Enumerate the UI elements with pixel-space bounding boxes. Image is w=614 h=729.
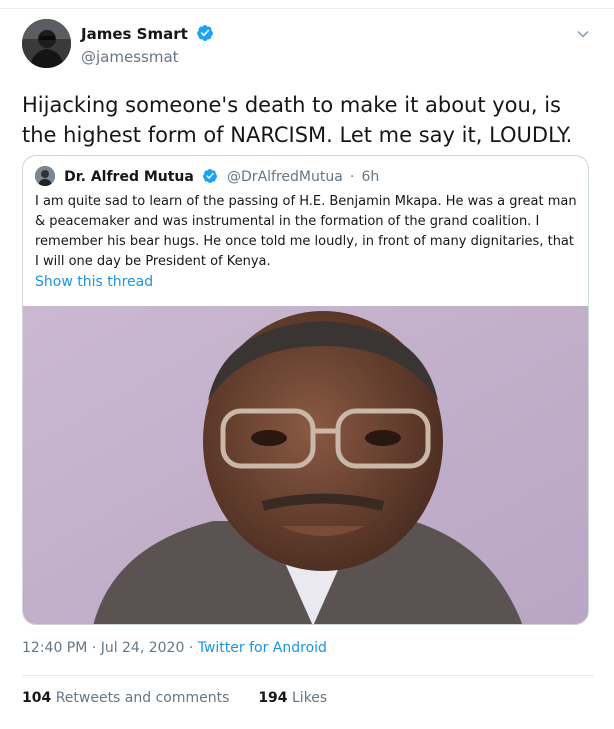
likes-count: 194 xyxy=(258,690,288,706)
author-name[interactable]: James Smart xyxy=(81,25,188,43)
tweet-stats: 104 Retweets and comments 194 Likes xyxy=(22,690,327,706)
tweet-text: Hijacking someone's death to make it abo… xyxy=(22,93,573,147)
author-block: James Smart @jamessmat xyxy=(81,24,214,66)
likes-stat[interactable]: 194 Likes xyxy=(258,690,327,706)
quoted-text: I am quite sad to learn of the passing o… xyxy=(35,194,577,269)
quoted-time[interactable]: 6h xyxy=(361,169,379,185)
tweet-meta: 12:40 PM · Jul 24, 2020 · Twitter for An… xyxy=(22,640,327,656)
chevron-down-icon[interactable] xyxy=(576,26,590,45)
stats-divider xyxy=(22,675,594,676)
quoted-photo[interactable] xyxy=(23,306,588,624)
tweet-header: James Smart @jamessmat xyxy=(22,18,594,76)
quoted-author-name[interactable]: Dr. Alfred Mutua xyxy=(64,169,194,185)
quoted-tweet[interactable]: Dr. Alfred Mutua @DrAlfredMutua · 6h I a… xyxy=(22,155,589,625)
author-handle[interactable]: @jamessmat xyxy=(81,48,214,66)
verified-badge-icon xyxy=(202,168,218,188)
quoted-separator: · xyxy=(349,169,355,185)
likes-label: Likes xyxy=(292,690,328,706)
meta-separator: · xyxy=(91,640,97,656)
retweets-count: 104 xyxy=(22,690,52,706)
avatar[interactable] xyxy=(22,19,71,68)
retweets-stat[interactable]: 104 Retweets and comments xyxy=(22,690,234,706)
tweet-time[interactable]: 12:40 PM xyxy=(22,640,87,656)
quoted-avatar[interactable] xyxy=(35,166,55,186)
top-divider xyxy=(0,8,614,9)
quoted-handle[interactable]: @DrAlfredMutua xyxy=(227,169,343,185)
verified-badge-icon xyxy=(196,24,214,46)
tweet-date[interactable]: Jul 24, 2020 xyxy=(101,640,185,656)
quoted-header: Dr. Alfred Mutua @DrAlfredMutua · 6h xyxy=(35,166,379,188)
meta-separator: · xyxy=(188,640,194,656)
show-thread-link[interactable]: Show this thread xyxy=(35,274,153,290)
tweet-card: James Smart @jamessmat Hijacking someone… xyxy=(0,0,614,729)
retweets-label: Retweets and comments xyxy=(55,690,230,706)
client-link[interactable]: Twitter for Android xyxy=(198,640,327,656)
